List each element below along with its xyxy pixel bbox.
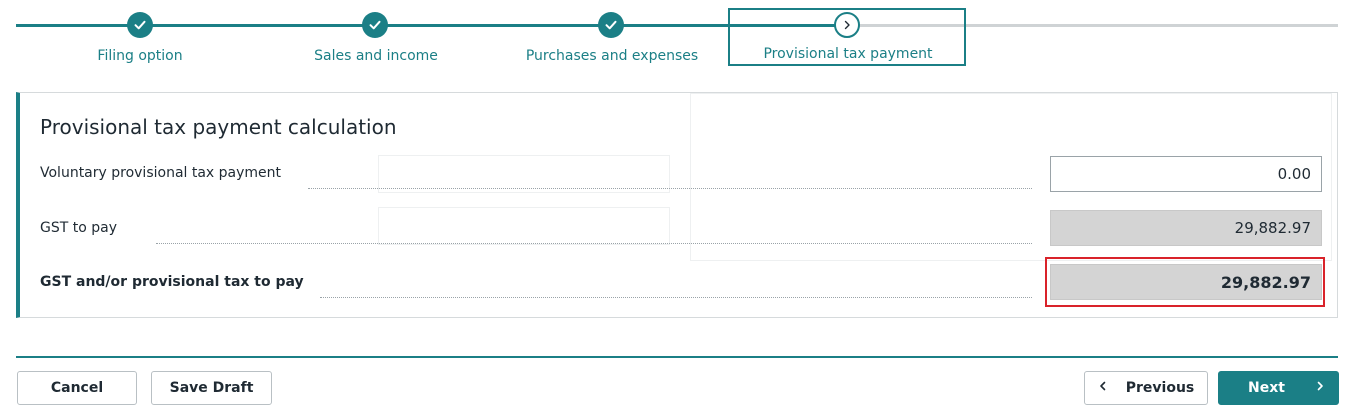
total-highlight-box [1045,257,1325,307]
progress-stepper: Filing option Sales and income Purchases… [0,0,1355,80]
voluntary-provisional-input[interactable]: 0.00 [1050,156,1322,192]
chevron-right-icon [1314,380,1326,396]
chevron-left-icon [1097,380,1109,396]
check-icon [134,20,146,30]
step-filing-option-complete-icon [127,12,153,38]
voluntary-provisional-label: Voluntary provisional tax payment [40,165,282,181]
row-leader [320,297,1032,298]
previous-button[interactable]: Previous [1084,371,1208,405]
gst-to-pay-value: 29,882.97 [1050,210,1322,246]
step-label-purchases-expenses[interactable]: Purchases and expenses [526,48,698,64]
step-sales-income-complete-icon [362,12,388,38]
cancel-button[interactable]: Cancel [17,371,137,405]
check-icon [605,20,617,30]
save-draft-button[interactable]: Save Draft [151,371,272,405]
row-leader [308,188,1032,189]
gst-to-pay-label: GST to pay [40,220,117,236]
step-label-filing-option[interactable]: Filing option [97,48,182,64]
check-icon [369,20,381,30]
panel-title: Provisional tax payment calculation [40,115,397,139]
previous-button-label: Previous [1125,380,1195,396]
next-button-label: Next [1248,380,1285,396]
next-button[interactable]: Next [1218,371,1339,405]
total-to-pay-label: GST and/or provisional tax to pay [40,274,304,290]
footer-divider [16,356,1338,358]
step-purchases-expenses-complete-icon [598,12,624,38]
background-ghost-field [378,207,670,245]
save-draft-button-label: Save Draft [169,380,254,396]
step-label-sales-income[interactable]: Sales and income [314,48,438,64]
row-leader [156,243,1032,244]
current-step-outline [728,8,966,66]
cancel-button-label: Cancel [50,380,104,396]
